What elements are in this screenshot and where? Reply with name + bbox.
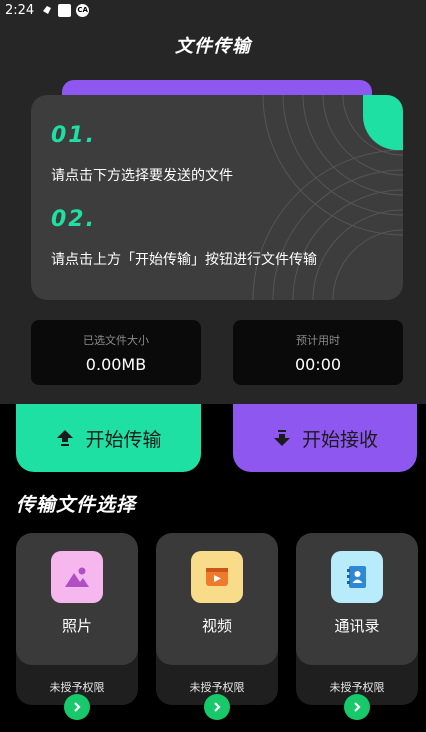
video-go-button[interactable]	[204, 694, 230, 720]
upload-arrow-icon	[57, 430, 74, 446]
file-type-video-name: 视频	[201, 617, 232, 635]
contacts-go-button[interactable]	[344, 694, 370, 720]
section-title: 传输文件选择	[16, 494, 137, 516]
step-1-number: 01.	[51, 123, 96, 148]
file-type-contacts-top: 通讯录	[296, 533, 418, 665]
page-title: 文件传输	[175, 36, 251, 57]
download-arrow-icon	[273, 430, 290, 446]
selected-size-value: 0.00MB	[85, 355, 147, 374]
file-type-video-top: 视频	[156, 533, 278, 665]
file-type-photo-name: 照片	[61, 617, 92, 635]
chevron-right-icon	[354, 702, 361, 712]
estimate-time-panel: 预计用时 00:00	[233, 320, 403, 385]
photo-go-button[interactable]	[64, 694, 90, 720]
chevron-right-icon	[74, 702, 81, 712]
start-receive-label: 开始接收	[301, 428, 378, 451]
selected-size-panel: 已选文件大小 0.00MB	[31, 320, 201, 385]
file-type-video-card[interactable]: 视频 未授予权限	[156, 533, 278, 705]
step-2-number: 02.	[51, 207, 96, 232]
start-send-label: 开始传输	[85, 428, 162, 451]
status-time: 2:24	[5, 2, 35, 18]
file-type-contacts-card[interactable]: 通讯录 未授予权限	[296, 533, 418, 705]
step-2-text: 请点击上方「开始传输」按钮进行文件传输	[51, 252, 317, 268]
file-type-photo-top: 照片	[16, 533, 138, 665]
notification-circle-icon: CA	[76, 3, 90, 17]
step-1-text: 请点击下方选择要发送的文件	[51, 168, 233, 184]
file-type-photo-permission: 未授予权限	[49, 681, 105, 694]
notification-square-icon	[58, 3, 72, 17]
selected-size-label: 已选文件大小	[83, 334, 149, 347]
file-type-contacts-permission: 未授予权限	[329, 681, 385, 694]
status-bar: 2:24 CA	[0, 0, 426, 20]
file-type-video-permission: 未授予权限	[189, 681, 245, 694]
file-type-contacts-name: 通讯录	[334, 617, 380, 635]
chevron-right-icon	[214, 702, 221, 712]
start-send-button[interactable]: 开始传输	[16, 404, 201, 472]
video-icon	[191, 551, 243, 603]
start-receive-button[interactable]: 开始接收	[233, 404, 417, 472]
notification-app-icon	[40, 4, 53, 17]
photo-icon	[51, 551, 103, 603]
instruction-card: 01. 请点击下方选择要发送的文件 02. 请点击上方「开始传输」按钮进行文件传…	[31, 95, 403, 300]
file-type-photo-card[interactable]: 照片 未授予权限	[16, 533, 138, 705]
estimate-time-value: 00:00	[294, 355, 342, 374]
contacts-icon	[331, 551, 383, 603]
estimate-time-label: 预计用时	[296, 334, 340, 347]
